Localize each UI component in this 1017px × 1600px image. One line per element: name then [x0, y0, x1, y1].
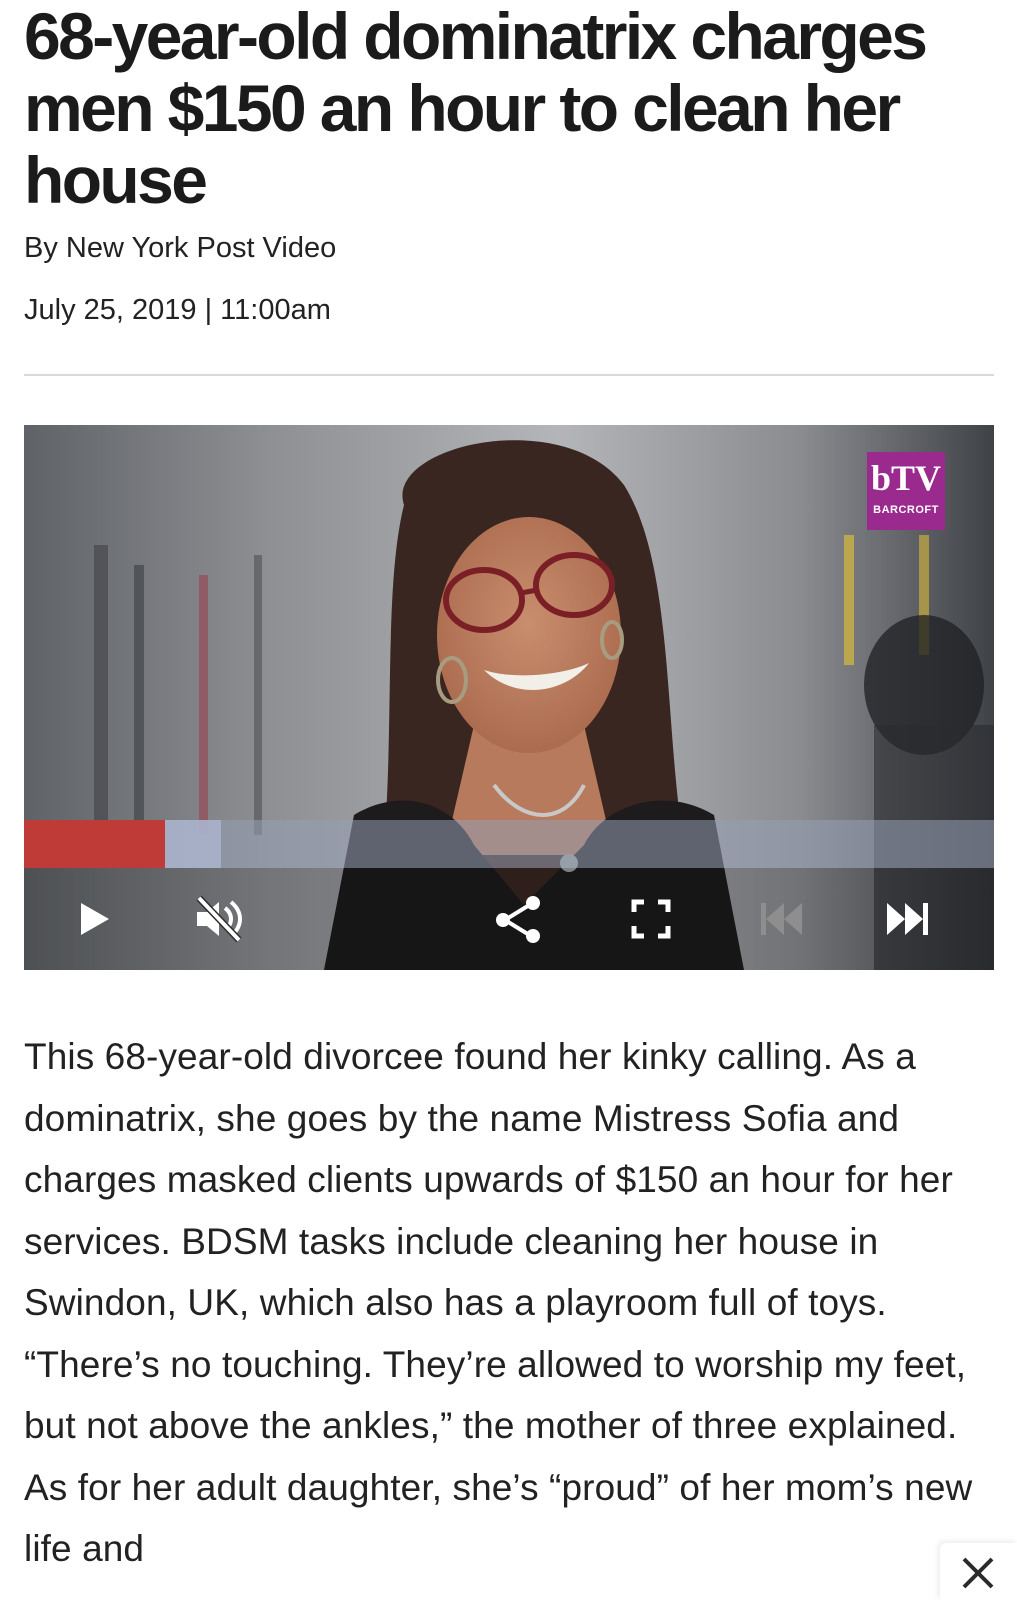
share-button[interactable]: [489, 890, 547, 948]
byline: By New York Post Video: [24, 232, 337, 264]
fullscreen-button[interactable]: [622, 890, 680, 948]
fullscreen-icon: [631, 899, 671, 939]
share-icon: [496, 896, 540, 943]
logo-mark: bTV: [870, 458, 942, 498]
previous-button[interactable]: [752, 890, 810, 948]
publish-date: July 25, 2019 | 11:00am: [24, 294, 331, 326]
headline: 68-year-old dominatrix charges men $150 …: [24, 0, 928, 217]
play-button[interactable]: [64, 890, 122, 948]
progress-bar[interactable]: [24, 820, 994, 868]
progress-played: [24, 820, 165, 868]
close-button[interactable]: [940, 1543, 1017, 1600]
barcroft-tv-logo: bTV BARCROFT: [867, 452, 945, 530]
mute-button[interactable]: [189, 890, 247, 948]
player-controls: [24, 868, 994, 970]
video-player[interactable]: bTV BARCROFT: [24, 425, 994, 970]
logo-name: BARCROFT: [873, 504, 939, 516]
article-body: This 68-year-old divorcee found her kink…: [24, 1036, 973, 1569]
close-icon: [962, 1557, 994, 1589]
previous-icon: [761, 903, 802, 935]
next-icon: [887, 903, 928, 935]
divider: [24, 374, 994, 376]
play-icon: [81, 903, 109, 935]
mute-icon: [196, 895, 242, 943]
next-button[interactable]: [879, 890, 937, 948]
